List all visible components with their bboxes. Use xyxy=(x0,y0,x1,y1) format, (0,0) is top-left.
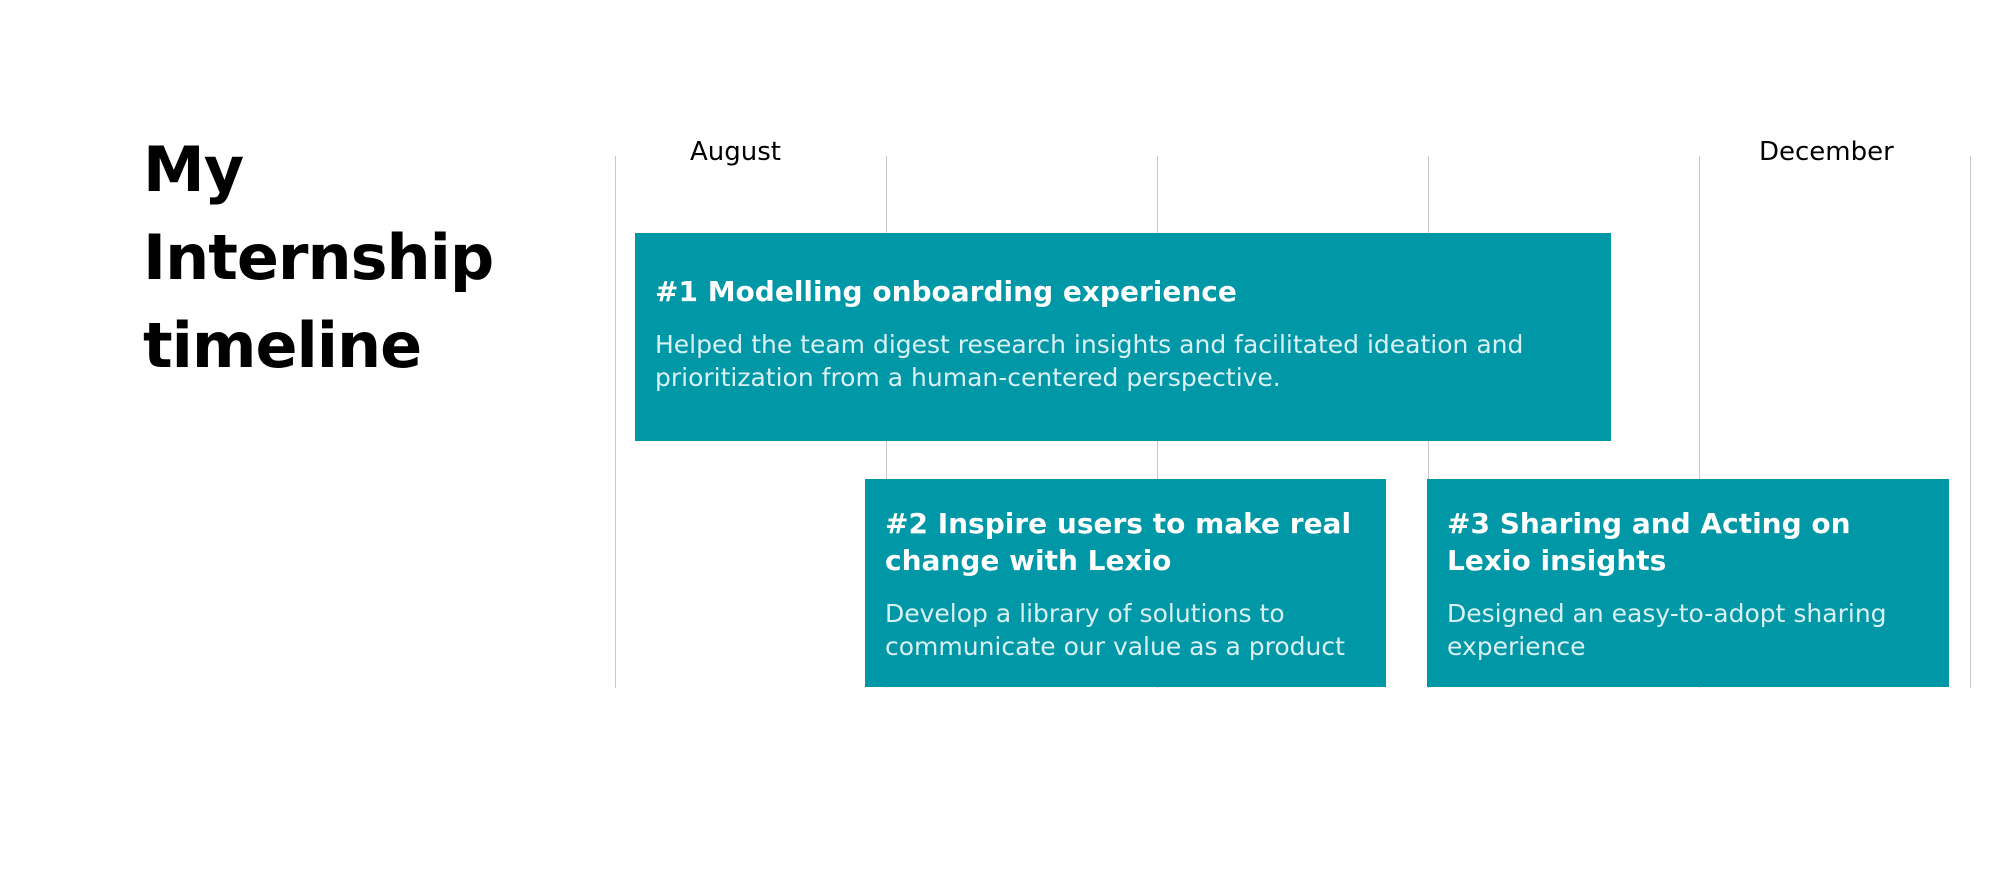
task-card-3[interactable]: #3 Sharing and Acting on Lexio insights … xyxy=(1427,479,1949,687)
task-description: Develop a library of solutions to commun… xyxy=(885,599,1345,661)
task-title: #2 Inspire users to make real change wit… xyxy=(885,507,1352,577)
grid-line xyxy=(615,156,616,688)
task-title: #3 Sharing and Acting on Lexio insights xyxy=(1447,507,1851,577)
month-label-december: December xyxy=(1759,137,1894,167)
task-description: Helped the team digest research insights… xyxy=(655,330,1524,392)
task-title: #1 Modelling onboarding experience xyxy=(655,275,1237,308)
task-card-1[interactable]: #1 Modelling onboarding experience Helpe… xyxy=(635,233,1611,441)
task-card-2[interactable]: #2 Inspire users to make real change wit… xyxy=(865,479,1386,687)
timeline: August December #1 Modelling onboarding … xyxy=(0,0,2000,896)
grid-line xyxy=(1970,156,1971,688)
month-label-august: August xyxy=(690,137,781,167)
task-description: Designed an easy-to-adopt sharing experi… xyxy=(1447,599,1887,661)
